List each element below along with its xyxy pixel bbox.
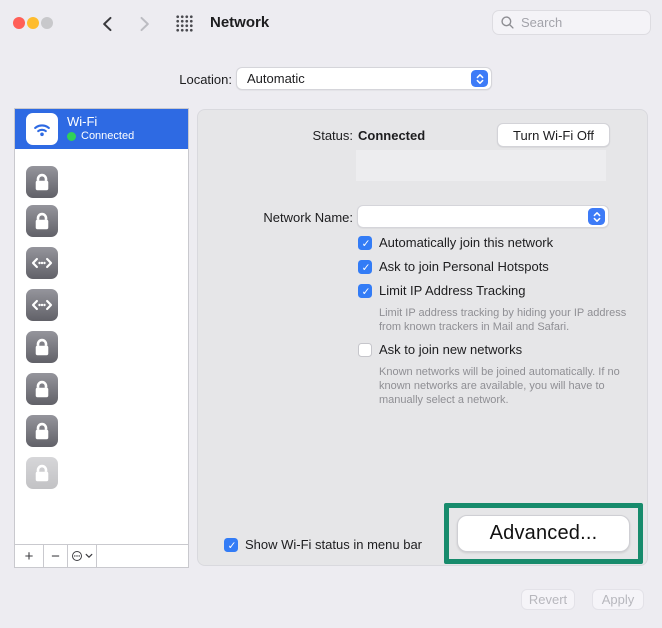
- dropdown-stepper-icon: [588, 208, 605, 225]
- checkbox[interactable]: [358, 284, 372, 298]
- services-list: Wi-Fi Connected: [15, 109, 188, 545]
- checkbox-label: Ask to join Personal Hotspots: [379, 259, 549, 274]
- turn-wifi-off-button[interactable]: Turn Wi-Fi Off: [497, 123, 610, 147]
- location-value: Automatic: [247, 71, 305, 86]
- sidebar-item-service[interactable]: [15, 242, 188, 284]
- wifi-settings-panel: Status: Connected Turn Wi-Fi Off Network…: [197, 109, 648, 566]
- checkbox-row-limit-ip[interactable]: Limit IP Address Tracking: [358, 283, 525, 298]
- chevron-down-icon: [85, 552, 93, 560]
- location-label: Location:: [110, 72, 232, 87]
- minimize-icon[interactable]: [27, 17, 39, 29]
- status-label: Status:: [233, 128, 353, 143]
- checkbox-row-auto-join[interactable]: Automatically join this network: [358, 235, 553, 250]
- checkbox-label: Show Wi-Fi status in menu bar: [245, 537, 422, 552]
- limit-ip-helper-text: Limit IP address tracking by hiding your…: [379, 306, 637, 334]
- search-input[interactable]: Search: [492, 10, 651, 35]
- more-options-icon: [71, 550, 83, 562]
- network-preferences-window: Network Search Location: Automatic Wi-Fi: [0, 0, 662, 628]
- lock-icon: [26, 415, 58, 447]
- checkbox[interactable]: [224, 538, 238, 552]
- advanced-highlight-annotation: Advanced...: [444, 503, 643, 564]
- dropdown-stepper-icon: [471, 70, 488, 87]
- more-options-button[interactable]: [68, 545, 97, 567]
- wifi-icon: [26, 113, 58, 145]
- network-name-label: Network Name:: [233, 210, 353, 225]
- checkbox-row-personal-hotspots[interactable]: Ask to join Personal Hotspots: [358, 259, 549, 274]
- connection-status: Connected: [67, 130, 134, 142]
- redacted-connection-info: [356, 150, 606, 181]
- back-chevron-icon[interactable]: [99, 15, 117, 33]
- lock-icon: [26, 205, 58, 237]
- location-dropdown[interactable]: Automatic: [236, 67, 492, 90]
- close-icon[interactable]: [13, 17, 25, 29]
- sidebar-item-service[interactable]: [15, 161, 188, 203]
- sidebar-item-service[interactable]: [15, 284, 188, 326]
- search-icon: [500, 15, 515, 30]
- lock-icon: [26, 457, 58, 489]
- checkbox-label: Ask to join new networks: [379, 342, 522, 357]
- revert-button: Revert: [521, 589, 575, 610]
- remove-service-button[interactable]: −: [44, 545, 68, 567]
- checkbox-label: Automatically join this network: [379, 235, 553, 250]
- titlebar: Network Search: [0, 0, 662, 48]
- sidebar-item-service[interactable]: [15, 452, 188, 494]
- checkbox-row-show-wifi-status[interactable]: Show Wi-Fi status in menu bar: [224, 537, 422, 552]
- sidebar-item-label: Wi-Fi: [67, 114, 97, 129]
- lock-icon: [26, 331, 58, 363]
- sidebar-toolbar: + −: [15, 544, 188, 567]
- ethernet-icon: [26, 247, 58, 279]
- known-networks-helper-text: Known networks will be joined automatica…: [379, 365, 651, 407]
- network-name-dropdown[interactable]: [357, 205, 609, 228]
- show-all-grid-icon[interactable]: [175, 14, 194, 33]
- apply-button: Apply: [592, 589, 644, 610]
- add-service-button[interactable]: +: [15, 545, 44, 567]
- sidebar-item-service[interactable]: [15, 368, 188, 410]
- sidebar-item-service[interactable]: [15, 326, 188, 368]
- checkbox[interactable]: [358, 260, 372, 274]
- zoom-icon[interactable]: [41, 17, 53, 29]
- sidebar-item-wifi[interactable]: Wi-Fi Connected: [15, 109, 188, 149]
- status-dot-icon: [67, 132, 76, 141]
- sidebar-item-service[interactable]: [15, 200, 188, 242]
- checkbox-label: Limit IP Address Tracking: [379, 283, 525, 298]
- sidebar-item-service[interactable]: [15, 410, 188, 452]
- checkbox[interactable]: [358, 343, 372, 357]
- forward-chevron-icon: [135, 15, 153, 33]
- advanced-button[interactable]: Advanced...: [457, 515, 630, 552]
- page-title: Network: [210, 14, 269, 31]
- search-placeholder: Search: [521, 15, 562, 30]
- ethernet-icon: [26, 289, 58, 321]
- checkbox-row-ask-join-new[interactable]: Ask to join new networks: [358, 342, 522, 357]
- lock-icon: [26, 373, 58, 405]
- checkbox[interactable]: [358, 236, 372, 250]
- services-sidebar: Wi-Fi Connected: [14, 108, 189, 568]
- lock-icon: [26, 166, 58, 198]
- status-value: Connected: [358, 128, 425, 143]
